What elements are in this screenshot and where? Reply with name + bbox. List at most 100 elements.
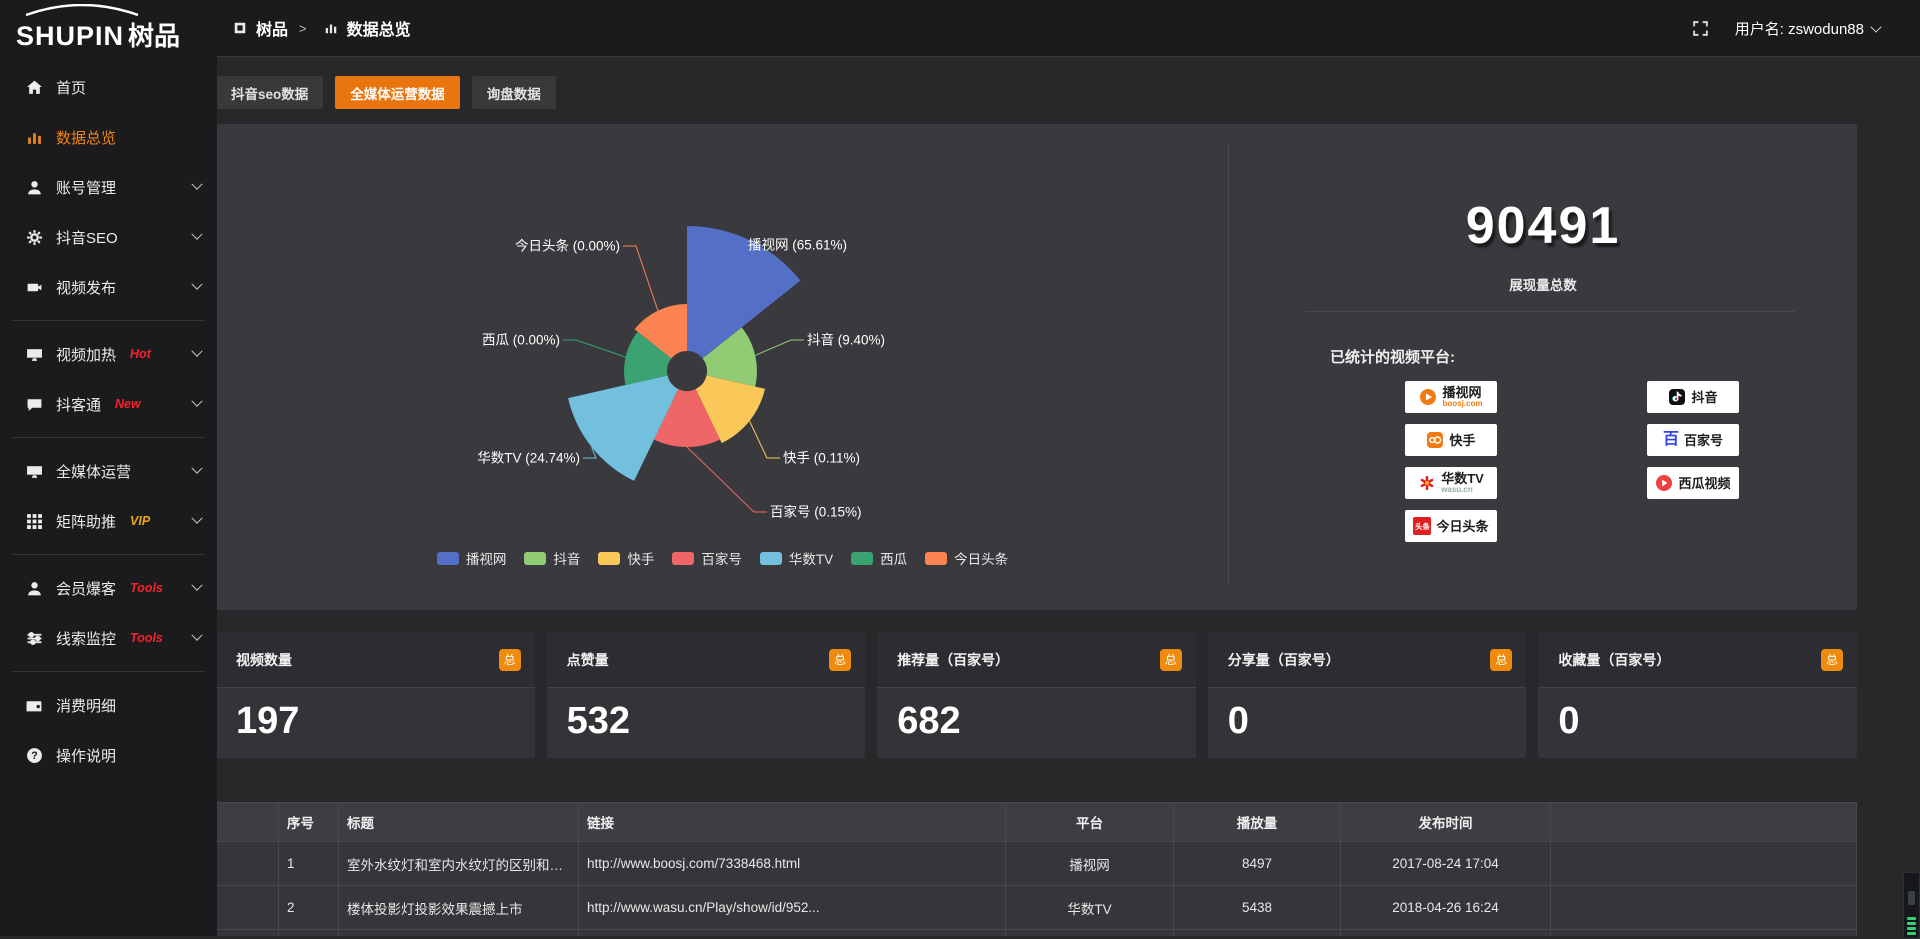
sidebar-menu: 首页 数据总览 账号管理 抖音SEO 视频发布 视频加热 Hot — [0, 56, 217, 780]
platform-column-left: 播视网 boosj.com 快手 华数TV wasu.cn 头条 今日头条 — [1405, 381, 1497, 542]
card-title: 收藏量（百家号） — [1558, 650, 1821, 670]
total-badge[interactable]: 总 — [1821, 649, 1843, 671]
table-row-partial — [217, 930, 1857, 937]
chevron-down-icon — [1870, 21, 1881, 32]
sidebar-item-label: 视频发布 — [56, 277, 116, 298]
card-title: 点赞量 — [567, 650, 830, 670]
pie-label-line — [623, 246, 658, 311]
pie-label-line — [563, 340, 626, 357]
sidebar-item-omnimedia[interactable]: 全媒体运营 — [0, 446, 217, 496]
sidebar-divider — [12, 554, 205, 555]
tab-omnimedia-data[interactable]: 全媒体运营数据 — [335, 76, 460, 109]
app-logo[interactable]: SHUPIN 树品 — [0, 0, 217, 56]
pie-label: 快手 (0.11%) — [783, 451, 860, 466]
cell-index: 1 — [279, 842, 339, 886]
sidebar-item-label: 操作说明 — [56, 745, 116, 766]
total-badge[interactable]: 总 — [1490, 649, 1512, 671]
sidebar-item-label: 线索监控 — [56, 628, 116, 649]
sidebar-item-spend-details[interactable]: 消费明细 — [0, 680, 217, 730]
total-impressions-value: 90491 — [1236, 196, 1850, 256]
sidebar-item-clue-monitor[interactable]: 线索监控 Tools — [0, 613, 217, 663]
platform-name: 华数TV — [1441, 472, 1484, 485]
legend-item[interactable]: 播视网 — [437, 548, 507, 568]
sidebar-item-label: 抖音SEO — [56, 227, 118, 248]
pie-label-line — [687, 447, 767, 512]
tools-badge: Tools — [130, 581, 163, 595]
total-badge[interactable]: 总 — [499, 649, 521, 671]
bar-chart-icon — [324, 21, 338, 35]
pie-label: 播视网 (65.61%) — [748, 238, 847, 253]
platform-badge-wasu: 华数TV wasu.cn — [1405, 467, 1497, 499]
platform-badge-boosj: 播视网 boosj.com — [1405, 381, 1497, 413]
stat-card-shares: 分享量（百家号） 总 0 — [1208, 632, 1527, 758]
sidebar-item-video-heat[interactable]: 视频加热 Hot — [0, 329, 217, 379]
breadcrumb-root[interactable]: 树品 — [256, 16, 288, 40]
pie-label-line — [750, 421, 781, 458]
sidebar-item-label: 账号管理 — [56, 177, 116, 198]
logo-text-en: SHUPIN — [16, 21, 124, 52]
platform-badge-douyin: 抖音 — [1647, 381, 1739, 413]
platform-name: 今日头条 — [1436, 520, 1488, 533]
card-title: 推荐量（百家号） — [897, 650, 1160, 670]
legend-label: 播视网 — [466, 548, 507, 568]
legend-item[interactable]: 快手 — [598, 548, 654, 568]
toutiao-icon: 头条 — [1413, 517, 1431, 535]
legend-label: 今日头条 — [954, 548, 1008, 568]
table-header-row: 序号 标题 链接 平台 播放量 发布时间 — [217, 803, 1857, 842]
chevron-down-icon — [191, 463, 202, 474]
tab-douyin-seo-data[interactable]: 抖音seo数据 — [216, 76, 323, 109]
stat-card-favorites: 收藏量（百家号） 总 0 — [1538, 632, 1857, 758]
total-badge[interactable]: 总 — [829, 649, 851, 671]
cell-empty — [1551, 886, 1857, 930]
row-checkbox-cell — [217, 886, 279, 930]
levels-widget[interactable] — [1903, 872, 1920, 939]
legend-item[interactable]: 西瓜 — [851, 548, 907, 568]
col-publish-time: 发布时间 — [1341, 803, 1551, 842]
sidebar-item-home[interactable]: 首页 — [0, 62, 217, 112]
sidebar-item-label: 消费明细 — [56, 695, 116, 716]
header-checkbox-cell — [217, 803, 279, 842]
baijiahao-icon: 百 — [1663, 432, 1679, 448]
tab-bar: 抖音seo数据 全媒体运营数据 询盘数据 — [216, 76, 556, 109]
total-badge[interactable]: 总 — [1160, 649, 1182, 671]
cell-title-link[interactable]: 室外水纹灯和室内水纹灯的区别和简介 — [339, 842, 579, 886]
legend-swatch — [672, 552, 694, 565]
cell-title-link[interactable]: 楼体投影灯投影效果震撼上市 — [339, 886, 579, 930]
card-title: 视频数量 — [236, 650, 499, 670]
sidebar-item-member-leads[interactable]: 会员爆客 Tools — [0, 563, 217, 613]
legend-label: 快手 — [627, 548, 654, 568]
cell-url-link[interactable]: http://www.wasu.cn/Play/show/id/952... — [579, 886, 1006, 930]
legend-item[interactable]: 今日头条 — [925, 548, 1008, 568]
sidebar-item-video-publish[interactable]: 视频发布 — [0, 262, 217, 312]
tab-inquiry-data[interactable]: 询盘数据 — [472, 76, 556, 109]
sidebar-item-matrix-boost[interactable]: 矩阵助推 VIP — [0, 496, 217, 546]
sidebar-item-label: 抖客通 — [56, 394, 101, 415]
sidebar-item-help[interactable]: 操作说明 — [0, 730, 217, 780]
cell-url-link[interactable]: http://www.boosj.com/7338468.html — [579, 842, 1006, 886]
monitor-icon — [26, 463, 43, 480]
cell-index: 2 — [279, 886, 339, 930]
vertical-divider — [1228, 144, 1229, 584]
wallet-icon — [26, 697, 43, 714]
chat-icon — [26, 396, 43, 413]
legend-item[interactable]: 抖音 — [524, 548, 580, 568]
pie-label: 西瓜 (0.00%) — [482, 333, 560, 348]
sidebar-item-douyin-seo[interactable]: 抖音SEO — [0, 212, 217, 262]
platform-badge-baijiahao: 百 百家号 — [1647, 424, 1739, 456]
legend-swatch — [598, 552, 620, 565]
legend-item[interactable]: 百家号 — [672, 548, 742, 568]
legend-item[interactable]: 华数TV — [760, 548, 833, 568]
chevron-down-icon — [191, 396, 202, 407]
sidebar-item-accounts[interactable]: 账号管理 — [0, 162, 217, 212]
level-bar — [1907, 927, 1916, 930]
cell-time: 2017-08-24 17:04 — [1341, 842, 1551, 886]
sidebar-item-data-overview[interactable]: 数据总览 — [0, 112, 217, 162]
sidebar-item-doukedong[interactable]: 抖客通 New — [0, 379, 217, 429]
logo-arc — [20, 4, 160, 16]
fullscreen-icon[interactable] — [1692, 20, 1709, 37]
legend-label: 抖音 — [553, 548, 580, 568]
username-menu[interactable]: 用户名: zswodun88 — [1735, 18, 1880, 39]
sidebar-item-label: 会员爆客 — [56, 578, 116, 599]
horizontal-divider — [1305, 311, 1795, 312]
legend-swatch — [524, 552, 546, 565]
